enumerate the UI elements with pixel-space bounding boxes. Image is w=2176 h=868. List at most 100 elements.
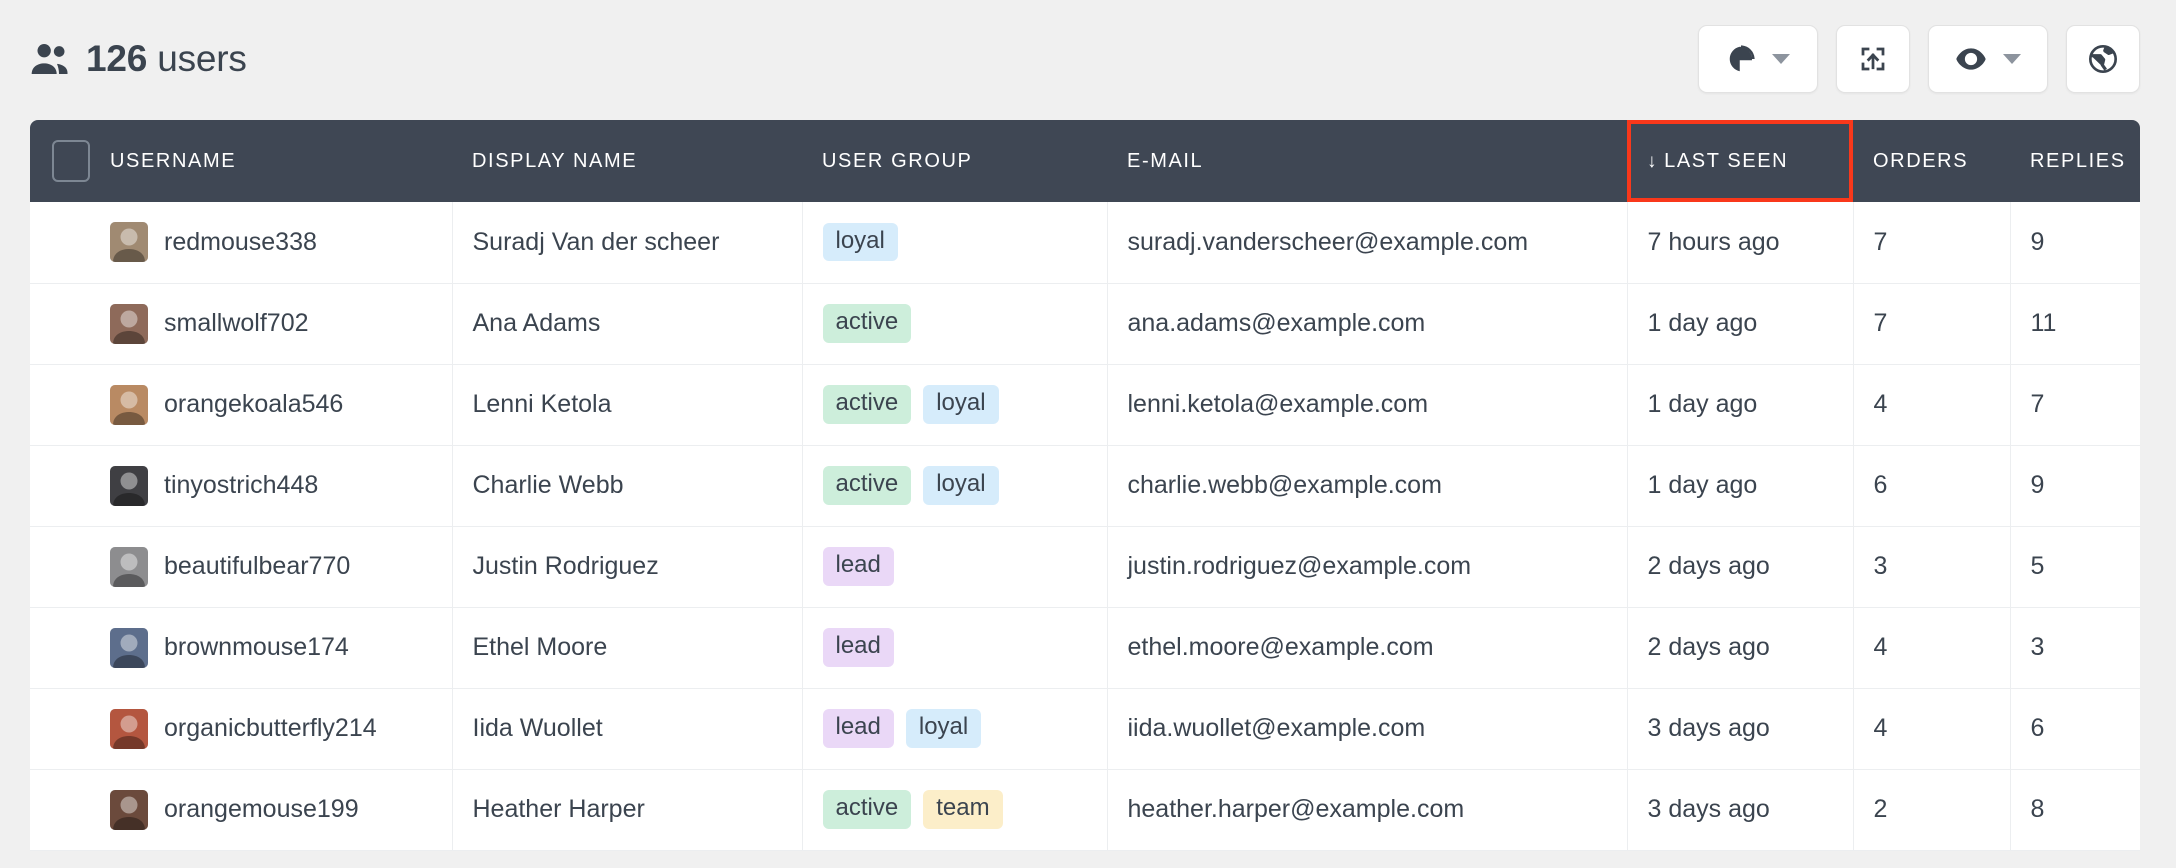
group-badge-loyal[interactable]: loyal <box>923 385 998 423</box>
username-text: smallwolf702 <box>164 309 309 338</box>
cell-username: brownmouse174 <box>98 607 452 688</box>
user-count-text: 126 users <box>86 38 247 80</box>
user-count-number: 126 <box>86 38 147 79</box>
globe-button[interactable] <box>2066 25 2140 93</box>
group-badge-active[interactable]: active <box>823 304 912 342</box>
table-header: USERNAME DISPLAY NAME USER GROUP E-MAIL … <box>30 120 2140 202</box>
cell-user-group: active loyal <box>802 445 1107 526</box>
users-table-container: USERNAME DISPLAY NAME USER GROUP E-MAIL … <box>30 120 2140 851</box>
row-select-cell[interactable] <box>30 445 98 526</box>
cell-orders: 2 <box>1853 769 2010 850</box>
column-header-user-group-label: USER GROUP <box>822 150 972 172</box>
cell-display-name: Suradj Van der scheer <box>452 202 802 283</box>
cell-replies: 5 <box>2010 526 2140 607</box>
cell-email: charlie.webb@example.com <box>1107 445 1627 526</box>
export-button[interactable] <box>1836 25 1910 93</box>
cell-replies: 9 <box>2010 445 2140 526</box>
cell-username: tinyostrich448 <box>98 445 452 526</box>
cell-last-seen: 1 day ago <box>1627 445 1853 526</box>
cell-replies: 8 <box>2010 769 2140 850</box>
table-row[interactable]: redmouse338Suradj Van der scheerloyalsur… <box>30 202 2140 283</box>
avatar <box>110 628 148 668</box>
cell-display-name: Lenni Ketola <box>452 364 802 445</box>
column-header-display-name-label: DISPLAY NAME <box>472 150 637 172</box>
column-header-email[interactable]: E-MAIL <box>1107 120 1627 202</box>
cell-email: ethel.moore@example.com <box>1107 607 1627 688</box>
row-select-cell[interactable] <box>30 364 98 445</box>
column-header-orders-label: ORDERS <box>1873 150 1968 172</box>
users-table-page: 126 users <box>0 0 2176 868</box>
column-header-replies[interactable]: REPLIES <box>2010 120 2140 202</box>
cell-display-name: Heather Harper <box>452 769 802 850</box>
table-row[interactable]: orangemouse199 Heather Harper active team he… <box>30 769 2140 850</box>
user-count-label: users <box>157 38 246 79</box>
username-text: redmouse338 <box>164 228 317 257</box>
row-select-cell[interactable] <box>30 202 98 283</box>
row-select-cell[interactable] <box>30 526 98 607</box>
column-header-replies-label: REPLIES <box>2030 150 2126 172</box>
cell-user-group: lead <box>802 607 1107 688</box>
cell-orders: 7 <box>1853 283 2010 364</box>
select-all-checkbox[interactable] <box>52 140 90 182</box>
username-text: orangemouse199 <box>164 795 359 824</box>
group-badge-lead[interactable]: lead <box>823 709 894 747</box>
row-select-cell[interactable] <box>30 607 98 688</box>
column-header-last-seen[interactable]: ↓LAST SEEN <box>1627 120 1853 202</box>
column-header-display-name[interactable]: DISPLAY NAME <box>452 120 802 202</box>
cell-replies: 9 <box>2010 202 2140 283</box>
cell-orders: 7 <box>1853 202 2010 283</box>
users-table: USERNAME DISPLAY NAME USER GROUP E-MAIL … <box>30 120 2140 851</box>
column-header-orders[interactable]: ORDERS <box>1853 120 2010 202</box>
table-row[interactable]: beautifulbear770Justin Rodriguezleadjust… <box>30 526 2140 607</box>
header-select-all <box>30 120 98 202</box>
avatar <box>110 385 148 425</box>
group-badge-lead[interactable]: lead <box>823 547 894 585</box>
group-badge-active[interactable]: active <box>823 790 912 828</box>
column-header-username[interactable]: USERNAME <box>98 120 452 202</box>
cell-email: heather.harper@example.com <box>1107 769 1627 850</box>
column-header-user-group[interactable]: USER GROUP <box>802 120 1107 202</box>
cell-user-group: lead <box>802 526 1107 607</box>
cell-user-group: lead loyal <box>802 688 1107 769</box>
table-header-row: USERNAME DISPLAY NAME USER GROUP E-MAIL … <box>30 120 2140 202</box>
group-badge-active[interactable]: active <box>823 385 912 423</box>
group-badge-loyal[interactable]: loyal <box>906 709 981 747</box>
table-row[interactable]: brownmouse174Ethel Moore lead ethel.moore@… <box>30 607 2140 688</box>
group-badge-team[interactable]: team <box>923 790 1002 828</box>
row-select-cell[interactable] <box>30 769 98 850</box>
table-row[interactable]: orangekoala546Lenni Ketolaactiveloyallen… <box>30 364 2140 445</box>
row-select-cell[interactable] <box>30 688 98 769</box>
group-badge-loyal[interactable]: loyal <box>823 223 898 261</box>
cell-orders: 4 <box>1853 688 2010 769</box>
username-text: tinyostrich448 <box>164 471 318 500</box>
sort-descending-icon: ↓ <box>1647 151 1658 173</box>
people-icon <box>30 42 70 76</box>
cell-username: organicbutterfly214 <box>98 688 452 769</box>
cell-username: orangekoala546 <box>98 364 452 445</box>
cell-display-name: Ana Adams <box>452 283 802 364</box>
group-badge-lead[interactable]: lead <box>823 628 894 666</box>
table-row[interactable]: tinyostrich448Charlie Webbactiveloyalcha… <box>30 445 2140 526</box>
cell-display-name: Ethel Moore <box>452 607 802 688</box>
visibility-button[interactable] <box>1928 25 2048 93</box>
table-row[interactable]: organicbutterfly214Iida Wuollet lead loyal… <box>30 688 2140 769</box>
pie-chart-icon <box>1726 44 1756 74</box>
group-badge-loyal[interactable]: loyal <box>923 466 998 504</box>
cell-orders: 3 <box>1853 526 2010 607</box>
avatar <box>110 790 148 830</box>
chart-button[interactable] <box>1698 25 1818 93</box>
cell-last-seen: 1 day ago <box>1627 283 1853 364</box>
row-select-cell[interactable] <box>30 283 98 364</box>
avatar <box>110 304 148 344</box>
cell-user-group: loyal <box>802 202 1107 283</box>
cell-orders: 4 <box>1853 607 2010 688</box>
cell-username: beautifulbear770 <box>98 526 452 607</box>
table-row[interactable]: smallwolf702Ana Adamsactiveana.adams@exa… <box>30 283 2140 364</box>
eye-icon <box>1955 44 1987 74</box>
cell-orders: 6 <box>1853 445 2010 526</box>
group-badge-active[interactable]: active <box>823 466 912 504</box>
avatar <box>110 709 148 749</box>
cell-last-seen: 2 days ago <box>1627 607 1853 688</box>
cell-display-name: Iida Wuollet <box>452 688 802 769</box>
page-toolbar: 126 users <box>0 0 2176 118</box>
